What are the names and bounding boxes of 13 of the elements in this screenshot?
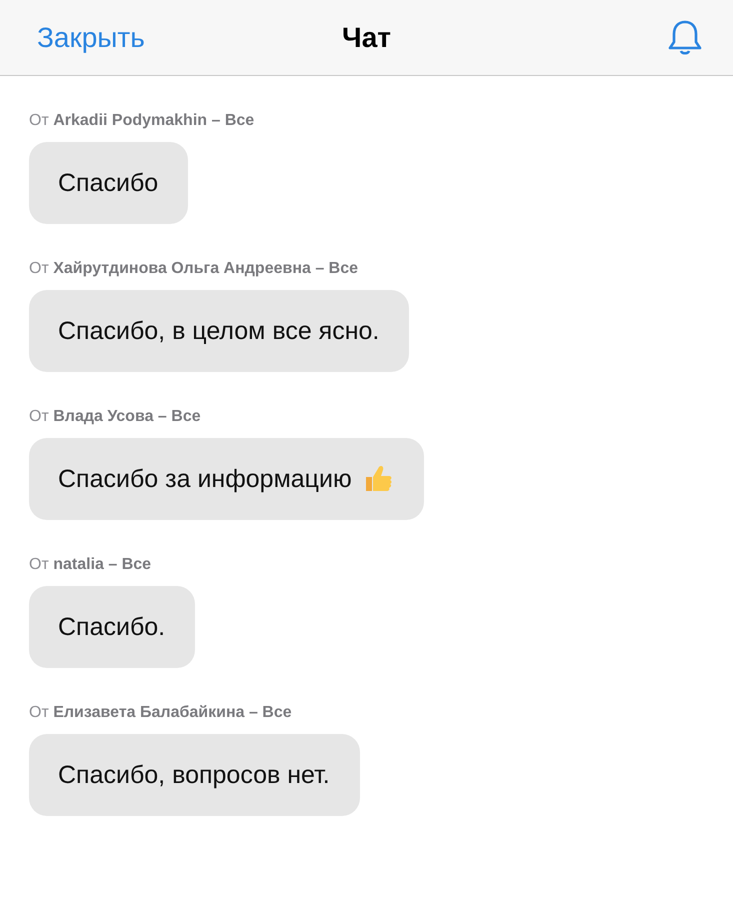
message-sender: От Arkadii Podymakhin – Все (29, 112, 254, 130)
message-text: Спасибо, в целом все ясно. (58, 316, 380, 346)
window-title: Чат (342, 22, 391, 54)
close-button[interactable]: Закрыть (37, 22, 145, 54)
message-text: Спасибо. (58, 612, 166, 642)
message-sender: От natalia – Все (29, 556, 152, 574)
message-sender: От Влада Усова – Все (29, 408, 201, 426)
message-text: Спасибо, вопросов нет. (58, 760, 330, 790)
message-sender: От Хайрутдинова Ольга Андреевна – Все (29, 260, 358, 278)
message-text: Спасибо (58, 168, 158, 198)
bell-icon[interactable] (667, 18, 703, 56)
message-sender: От Елизавета Балабайкина – Все (29, 704, 292, 722)
message-text: Спасибо за информацию (58, 464, 352, 494)
